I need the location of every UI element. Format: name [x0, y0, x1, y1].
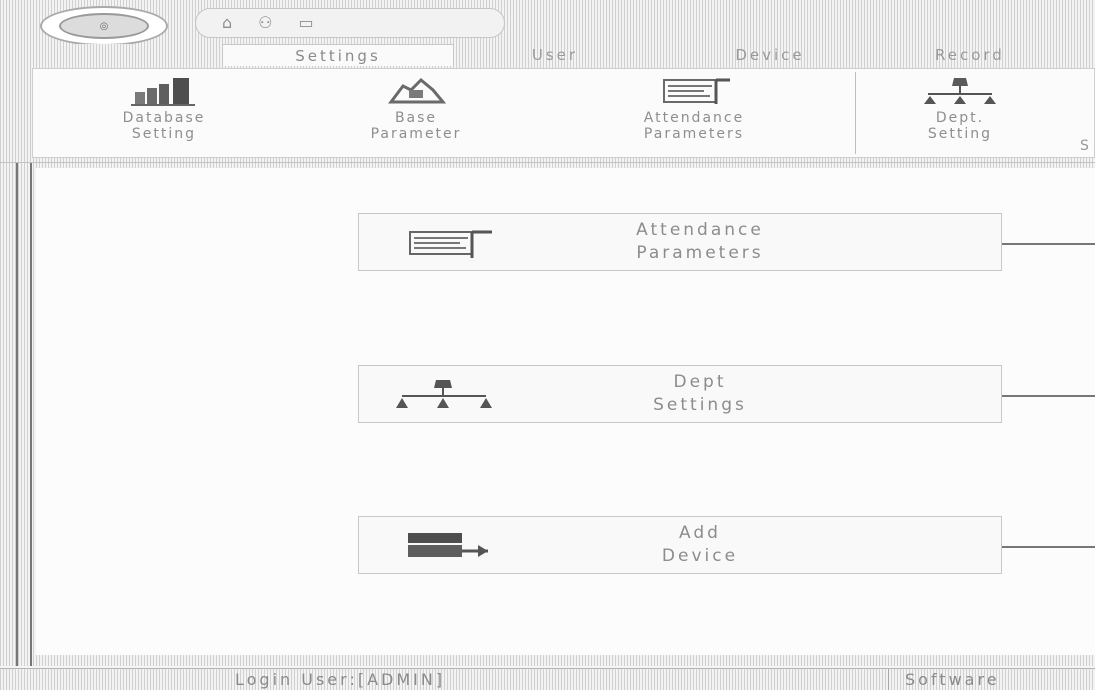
tab-device[interactable]: Device: [690, 44, 850, 66]
quick-access-toolbar: ⌂ ⚇ ▭: [195, 8, 505, 38]
home-icon[interactable]: ⌂: [222, 15, 232, 31]
minus-icon[interactable]: ▭: [299, 15, 314, 31]
flow-dept-settings-button[interactable]: Dept Settings: [358, 365, 1002, 423]
flow-label: Add Device: [661, 523, 739, 566]
ribbon-button-label: Base Parameter: [370, 110, 462, 142]
department-tree-icon: [880, 72, 1040, 106]
attendance-card-icon: [359, 224, 529, 260]
users-icon[interactable]: ⚇: [258, 15, 272, 31]
app-logo-icon: ◎: [59, 13, 149, 39]
flow-label: Attendance Parameters: [636, 220, 764, 263]
tab-record[interactable]: Record: [935, 44, 1095, 66]
flow-connector: [1002, 395, 1095, 397]
base-parameter-button[interactable]: Base Parameter: [316, 72, 516, 142]
tab-settings[interactable]: Settings: [222, 44, 454, 66]
panel-left-border: [16, 163, 18, 666]
flow-connector: [1002, 546, 1095, 548]
ribbon-button-label: Attendance Parameters: [643, 110, 745, 142]
ribbon-truncated-label: S: [1080, 138, 1089, 154]
status-separator: [888, 669, 889, 690]
flow-attendance-parameters-button[interactable]: Attendance Parameters: [358, 213, 1002, 271]
attendance-card-icon: [574, 72, 814, 106]
flow-label: Dept Settings: [653, 372, 747, 415]
software-status: Software: [905, 670, 1000, 689]
dept-setting-button[interactable]: Dept. Setting: [880, 72, 1040, 142]
flow-add-device-button[interactable]: Add Device: [358, 516, 1002, 574]
tab-user[interactable]: User: [500, 44, 610, 66]
cloud-parameter-icon: [316, 72, 516, 106]
attendance-parameters-button[interactable]: Attendance Parameters: [574, 72, 814, 142]
panel-inner-border: [30, 163, 32, 666]
ribbon-separator: [855, 72, 856, 154]
database-setting-button[interactable]: Database Setting: [64, 72, 264, 142]
login-user-status: Login User:[ADMIN]: [235, 670, 446, 689]
flow-connector: [1002, 243, 1095, 245]
database-icon: [64, 72, 264, 106]
app-menu-button[interactable]: ◎: [40, 6, 168, 46]
add-device-icon: [359, 527, 529, 563]
ribbon-button-label: Database Setting: [122, 110, 206, 142]
department-tree-icon: [359, 376, 529, 412]
ribbon-button-label: Dept. Setting: [927, 110, 993, 142]
